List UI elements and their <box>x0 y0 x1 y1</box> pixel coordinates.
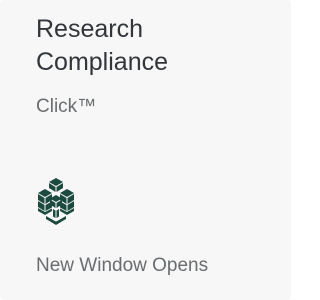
cube-cluster-icon <box>38 178 74 225</box>
app-tile-research-compliance[interactable]: Research Compliance Click™ New Window Op… <box>0 0 291 300</box>
tile-footer: New Window Opens <box>36 255 209 276</box>
tile-subtitle: Click™ <box>36 96 97 117</box>
tile-title: Research Compliance <box>36 15 169 76</box>
